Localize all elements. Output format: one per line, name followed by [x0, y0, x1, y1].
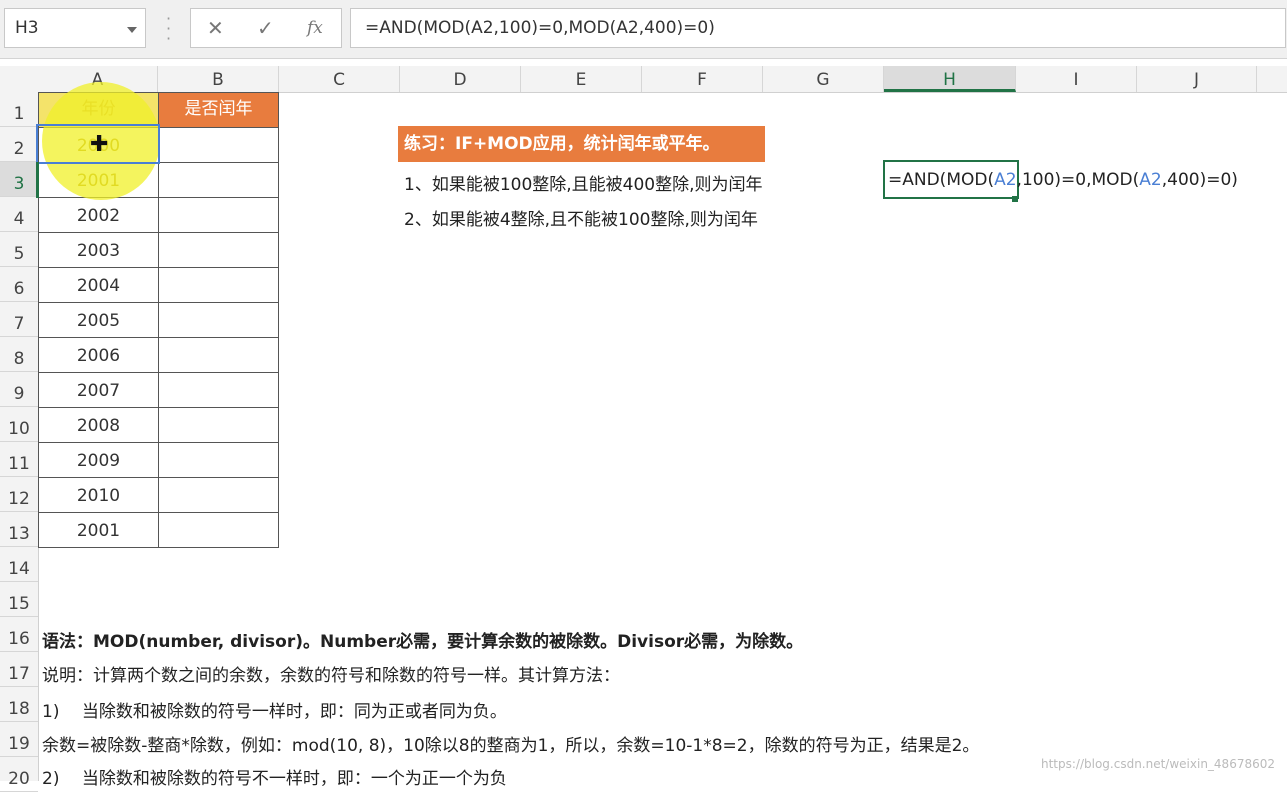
row-header-11[interactable]: 11 [0, 442, 38, 477]
formula-input[interactable]: =AND(MOD(A2,100)=0,MOD(A2,400)=0) [350, 8, 1286, 48]
more-options-icon[interactable]: · · · [166, 11, 171, 47]
year-cell[interactable]: 2009 [38, 442, 159, 478]
cancel-icon[interactable]: ✕ [207, 16, 224, 40]
leap-result-cell[interactable] [158, 197, 279, 233]
leap-result-cell[interactable] [158, 407, 279, 443]
column-header-d[interactable]: D [400, 66, 521, 92]
active-cell-formula[interactable]: =AND(MOD(A2,100)=0,MOD(A2,400)=0) [888, 170, 1238, 190]
leap-result-cell[interactable] [158, 512, 279, 548]
column-header-e[interactable]: E [521, 66, 642, 92]
leap-result-cell[interactable] [158, 337, 279, 373]
formula-part-2: ,100)=0,MOD( [1016, 170, 1140, 190]
column-header-c[interactable]: C [279, 66, 400, 92]
name-box-value: H3 [15, 18, 39, 38]
row-header-7[interactable]: 7 [0, 302, 38, 337]
year-cell[interactable]: 2010 [38, 477, 159, 513]
row-headers: 1 2 3 4 5 6 7 8 9 10 11 12 13 14 15 16 1… [0, 92, 39, 792]
insert-function-icon[interactable]: fx [307, 18, 323, 38]
row-header-9[interactable]: 9 [0, 372, 38, 407]
year-cell[interactable]: 2002 [38, 197, 159, 233]
year-cell[interactable]: 2003 [38, 232, 159, 268]
column-headers: A B C D E F G H I J [0, 66, 1287, 93]
confirm-icon[interactable]: ✓ [257, 16, 274, 40]
rule-1-text: 1、如果能被100整除,且能被400整除,则为闰年 [404, 175, 763, 195]
row-header-3[interactable]: 3 [0, 162, 38, 197]
leap-result-cell[interactable] [158, 127, 279, 163]
rule-2-text: 2、如果能被4整除,且不能被100整除,则为闰年 [404, 210, 758, 230]
exercise-title: 练习：IF+MOD应用，统计闰年或平年。 [398, 126, 765, 162]
formula-text: =AND(MOD(A2,100)=0,MOD(A2,400)=0) [365, 18, 715, 38]
year-cell[interactable]: 2001 [38, 512, 159, 548]
row-header-14[interactable]: 14 [0, 547, 38, 582]
name-box[interactable]: H3 [4, 8, 146, 48]
watermark: https://blog.csdn.net/weixin_48678602 [1040, 757, 1275, 771]
leap-result-cell[interactable] [158, 232, 279, 268]
leap-result-cell[interactable] [158, 442, 279, 478]
column-header-b[interactable]: B [158, 66, 279, 92]
syntax-note: 语法：MOD(number, divisor)。Number必需，要计算余数的被… [42, 632, 804, 652]
leap-result-cell[interactable] [158, 477, 279, 513]
row-header-4[interactable]: 4 [0, 197, 38, 232]
row-header-8[interactable]: 8 [0, 337, 38, 372]
row-header-6[interactable]: 6 [0, 267, 38, 302]
formula-part-1: =AND(MOD( [888, 170, 995, 190]
leap-result-cell[interactable] [158, 162, 279, 198]
row-header-2[interactable]: 2 [0, 127, 38, 162]
row-header-17[interactable]: 17 [0, 652, 38, 687]
column-header-j[interactable]: J [1137, 66, 1257, 92]
row-header-10[interactable]: 10 [0, 407, 38, 442]
row-header-13[interactable]: 13 [0, 512, 38, 547]
formula-part-3: ,400)=0) [1161, 170, 1238, 190]
column-header-h[interactable]: H [884, 66, 1016, 92]
row-header-18[interactable]: 18 [0, 687, 38, 722]
row-header-5[interactable]: 5 [0, 232, 38, 267]
row-header-1[interactable]: 1 [0, 92, 38, 127]
year-cell[interactable]: 2005 [38, 302, 159, 338]
row-header-19[interactable]: 19 [0, 722, 38, 757]
cell-b1-leap-header[interactable]: 是否闰年 [158, 92, 279, 128]
cross-cursor-icon: ✚ [90, 132, 109, 157]
formula-buttons: ✕ ✓ fx [190, 8, 342, 48]
cell-a3-edge [36, 162, 39, 198]
year-cell[interactable]: 2008 [38, 407, 159, 443]
row-header-20[interactable]: 20 [0, 757, 38, 792]
leap-result-cell[interactable] [158, 267, 279, 303]
row-header-15[interactable]: 15 [0, 582, 38, 617]
formula-ref-1: A2 [994, 170, 1017, 190]
formula-bar: H3 · · · ✕ ✓ fx =AND(MOD(A2,100)=0,MOD(A2,… [0, 0, 1287, 59]
explanation-note: 说明：计算两个数之间的余数，余数的符号和除数的符号一样。其计算方法： [42, 666, 620, 686]
year-cell[interactable]: 2007 [38, 372, 159, 408]
fill-handle[interactable] [1012, 196, 1018, 202]
column-header-f[interactable]: F [642, 66, 763, 92]
column-header-g[interactable]: G [763, 66, 884, 92]
leap-result-cell[interactable] [158, 372, 279, 408]
formula-ref-2: A2 [1139, 170, 1162, 190]
case-2-note: 2) 当除数和被除数的符号不一样时，即：一个为正一个为负 [42, 769, 507, 789]
year-cell[interactable]: 2006 [38, 337, 159, 373]
column-header-i[interactable]: I [1016, 66, 1137, 92]
row-header-16[interactable]: 16 [0, 617, 38, 652]
row-header-12[interactable]: 12 [0, 477, 38, 512]
chevron-down-icon[interactable] [127, 27, 137, 33]
year-cell[interactable]: 2004 [38, 267, 159, 303]
example-note: 余数=被除数-整商*除数，例如：mod(10, 8)，10除以8的整商为1，所以… [42, 736, 980, 756]
case-1-note: 1) 当除数和被除数的符号一样时，即：同为正或者同为负。 [42, 702, 507, 722]
leap-result-cell[interactable] [158, 302, 279, 338]
